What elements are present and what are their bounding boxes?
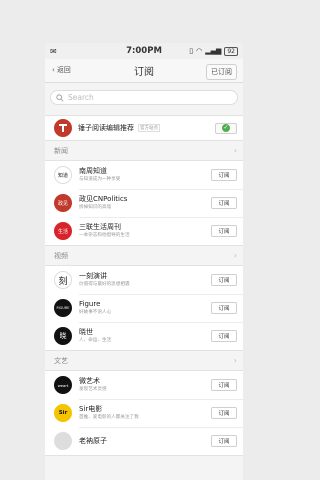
subscribe-button[interactable]: 订阅: [211, 274, 237, 286]
navigation-bar: ‹ 返回 订阅 已订阅: [45, 59, 243, 83]
check-icon: ✓: [222, 124, 230, 132]
video-list: 刻 一刻演讲 价值得与最好的思想相遇 订阅 FIGURE Figure 好故事不…: [45, 265, 243, 351]
arts-list: weart 微艺术 发现艺术灵感 订阅 Sir Sir电影 首推、爱电影的人都关…: [45, 370, 243, 456]
avatar: weart: [54, 376, 72, 394]
subscribed-button[interactable]: 已订阅: [206, 64, 237, 80]
list-item[interactable]: 晓 晓世 人、命运、生活 订阅: [45, 322, 243, 350]
avatar: 知道: [54, 166, 72, 184]
featured-item[interactable]: 锤子阅读编辑推荐 官方站点 ✓: [45, 115, 243, 141]
list-item[interactable]: 老衲原子 订阅: [45, 427, 243, 455]
hammer-icon: [59, 124, 67, 132]
featured-name: 锤子阅读编辑推荐: [78, 124, 134, 132]
search-icon: [56, 93, 64, 102]
subscribed-check-button[interactable]: ✓: [215, 122, 237, 134]
subscribe-button[interactable]: 订阅: [211, 197, 237, 209]
list-item[interactable]: 刻 一刻演讲 价值得与最好的思想相遇 订阅: [45, 266, 243, 294]
chevron-right-icon: ›: [233, 146, 237, 155]
avatar: 生活: [54, 222, 72, 240]
page-title: 订阅: [134, 67, 154, 78]
chevron-right-icon: ›: [233, 251, 237, 260]
chevron-left-icon: ‹: [52, 66, 55, 74]
list-item[interactable]: 政见 政见CNPolitics 拆掉知识的高墙 订阅: [45, 189, 243, 217]
section-header-video[interactable]: 视频 ›: [45, 246, 243, 265]
subscribe-button[interactable]: 订阅: [211, 330, 237, 342]
list-item[interactable]: FIGURE Figure 好故事不语人心 订阅: [45, 294, 243, 322]
list-item[interactable]: weart 微艺术 发现艺术灵感 订阅: [45, 371, 243, 399]
featured-avatar: [54, 119, 72, 137]
mail-icon: ✉: [50, 46, 57, 56]
avatar: Sir: [54, 404, 72, 422]
section-header-news[interactable]: 新闻 ›: [45, 141, 243, 160]
avatar: [54, 432, 72, 450]
news-list: 知道 南周知道 与知道成为一种享受 订阅 政见 政见CNPolitics 拆掉知…: [45, 160, 243, 246]
back-button[interactable]: ‹ 返回: [52, 65, 71, 75]
subscribe-button[interactable]: 订阅: [211, 225, 237, 237]
avatar: FIGURE: [54, 299, 72, 317]
phone-screen: ✉ 7:00PM ▯ ◠ ▂▄▆ 92 ‹ 返回 订阅 已订阅 Search 锤…: [45, 43, 243, 480]
subscribe-button[interactable]: 订阅: [211, 169, 237, 181]
subscribe-button[interactable]: 订阅: [211, 379, 237, 391]
vibrate-icon: ▯: [189, 47, 194, 55]
search-bar[interactable]: [50, 90, 238, 105]
list-item[interactable]: Sir Sir电影 首推、爱电影的人都关注了我 订阅: [45, 399, 243, 427]
status-bar: ✉ 7:00PM ▯ ◠ ▂▄▆ 92: [45, 43, 243, 59]
list-item[interactable]: 知道 南周知道 与知道成为一种享受 订阅: [45, 161, 243, 189]
search-input[interactable]: [68, 93, 218, 102]
avatar: 政见: [54, 194, 72, 212]
wifi-icon: ◠: [196, 47, 203, 55]
subscribe-button[interactable]: 订阅: [211, 302, 237, 314]
subscribe-button[interactable]: 订阅: [211, 407, 237, 419]
list-item[interactable]: 生活 三联生活周刊 一本杂志和他倡导的生活 订阅: [45, 217, 243, 245]
signal-icon: ▂▄▆: [205, 47, 222, 55]
avatar: 晓: [54, 327, 72, 345]
subscribe-button[interactable]: 订阅: [211, 435, 237, 447]
featured-tag: 官方站点: [138, 124, 160, 132]
section-header-arts[interactable]: 文艺 ›: [45, 351, 243, 370]
chevron-right-icon: ›: [233, 356, 237, 365]
battery-icon: 92: [224, 46, 238, 56]
avatar: 刻: [54, 271, 72, 289]
